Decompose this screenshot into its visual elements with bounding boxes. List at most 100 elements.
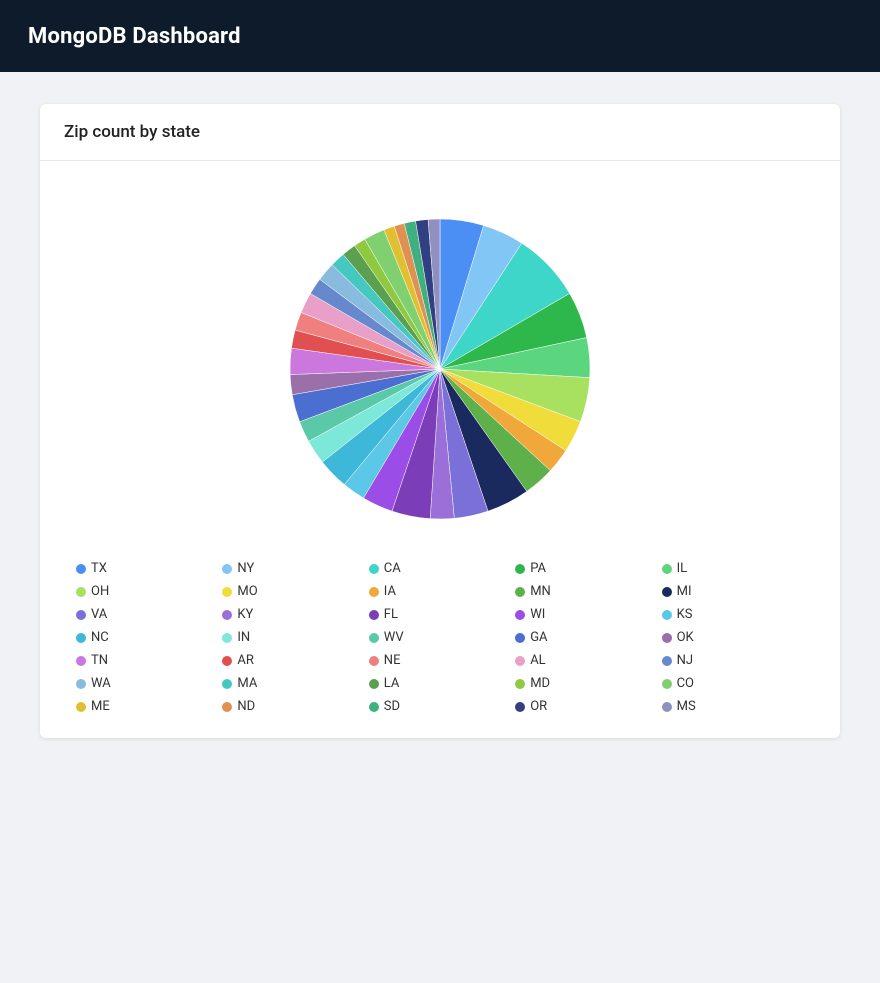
legend-label-OH: OH [91,584,109,599]
legend-dot-MA [222,679,232,689]
legend-item-OR: OR [515,699,657,714]
chart-legend: TXNYCAPAILOHMOIAMNMIVAKYFLWIKSNCINWVGAOK… [64,561,816,714]
legend-item-GA: GA [515,630,657,645]
legend-dot-VA [76,610,86,620]
legend-label-KS: KS [677,607,693,622]
legend-dot-CO [662,679,672,689]
legend-item-IL: IL [662,561,804,576]
legend-label-MN: MN [530,584,551,599]
legend-dot-WV [369,633,379,643]
legend-dot-MN [515,587,525,597]
legend-item-MN: MN [515,584,657,599]
legend-label-TN: TN [91,653,108,668]
pie-chart [280,209,600,529]
legend-label-FL: FL [384,607,398,622]
legend-item-CO: CO [662,676,804,691]
legend-item-WV: WV [369,630,511,645]
legend-dot-NY [222,564,232,574]
legend-label-TX: TX [91,561,107,576]
legend-label-KY: KY [237,607,253,622]
legend-dot-NE [369,656,379,666]
legend-dot-OH [76,587,86,597]
legend-label-CA: CA [384,561,401,576]
legend-label-AL: AL [530,653,545,668]
legend-item-ME: ME [76,699,218,714]
legend-dot-FL [369,610,379,620]
legend-label-IL: IL [677,561,688,576]
legend-label-SD: SD [384,699,400,714]
legend-label-ME: ME [91,699,110,714]
legend-item-IA: IA [369,584,511,599]
card-header: Zip count by state [40,104,840,161]
app-header: MongoDB Dashboard [0,0,880,72]
legend-dot-IA [369,587,379,597]
legend-item-AL: AL [515,653,657,668]
legend-dot-AR [222,656,232,666]
legend-dot-CA [369,564,379,574]
legend-label-AR: AR [237,653,254,668]
legend-dot-IN [222,633,232,643]
legend-item-WA: WA [76,676,218,691]
legend-item-MA: MA [222,676,364,691]
zip-count-card: Zip count by state TXNYCAPAILOHMOIAMNMIV… [40,104,840,738]
legend-item-MO: MO [222,584,364,599]
legend-item-VA: VA [76,607,218,622]
legend-label-MD: MD [530,676,550,691]
legend-dot-NJ [662,656,672,666]
legend-label-OK: OK [677,630,694,645]
legend-item-ND: ND [222,699,364,714]
card-body: TXNYCAPAILOHMOIAMNMIVAKYFLWIKSNCINWVGAOK… [40,161,840,738]
legend-label-IA: IA [384,584,396,599]
legend-item-LA: LA [369,676,511,691]
card-title: Zip count by state [64,122,200,142]
legend-item-IN: IN [222,630,364,645]
legend-item-TX: TX [76,561,218,576]
legend-dot-KS [662,610,672,620]
legend-label-LA: LA [384,676,400,691]
legend-item-MD: MD [515,676,657,691]
legend-dot-OK [662,633,672,643]
legend-item-CA: CA [369,561,511,576]
legend-dot-LA [369,679,379,689]
legend-label-NC: NC [91,630,109,645]
legend-dot-MI [662,587,672,597]
legend-dot-SD [369,702,379,712]
legend-dot-ME [76,702,86,712]
legend-item-MI: MI [662,584,804,599]
legend-label-OR: OR [530,699,547,714]
legend-dot-TX [76,564,86,574]
legend-label-ND: ND [237,699,255,714]
legend-item-TN: TN [76,653,218,668]
legend-item-OH: OH [76,584,218,599]
legend-dot-GA [515,633,525,643]
legend-label-MI: MI [677,584,692,599]
legend-dot-PA [515,564,525,574]
legend-item-FL: FL [369,607,511,622]
legend-item-SD: SD [369,699,511,714]
legend-dot-MD [515,679,525,689]
legend-label-NJ: NJ [677,653,693,668]
legend-dot-IL [662,564,672,574]
legend-label-WA: WA [91,676,111,691]
legend-label-WI: WI [530,607,545,622]
legend-item-MS: MS [662,699,804,714]
legend-item-NE: NE [369,653,511,668]
legend-item-WI: WI [515,607,657,622]
legend-dot-WI [515,610,525,620]
legend-label-GA: GA [530,630,547,645]
main-content: Zip count by state TXNYCAPAILOHMOIAMNMIV… [0,72,880,770]
legend-dot-WA [76,679,86,689]
legend-label-VA: VA [91,607,107,622]
legend-item-AR: AR [222,653,364,668]
legend-dot-ND [222,702,232,712]
legend-dot-AL [515,656,525,666]
legend-item-OK: OK [662,630,804,645]
legend-label-NE: NE [384,653,401,668]
legend-dot-MS [662,702,672,712]
legend-label-NY: NY [237,561,254,576]
legend-item-NY: NY [222,561,364,576]
legend-item-NC: NC [76,630,218,645]
app-title: MongoDB Dashboard [28,24,241,49]
legend-label-WV: WV [384,630,404,645]
legend-item-KS: KS [662,607,804,622]
